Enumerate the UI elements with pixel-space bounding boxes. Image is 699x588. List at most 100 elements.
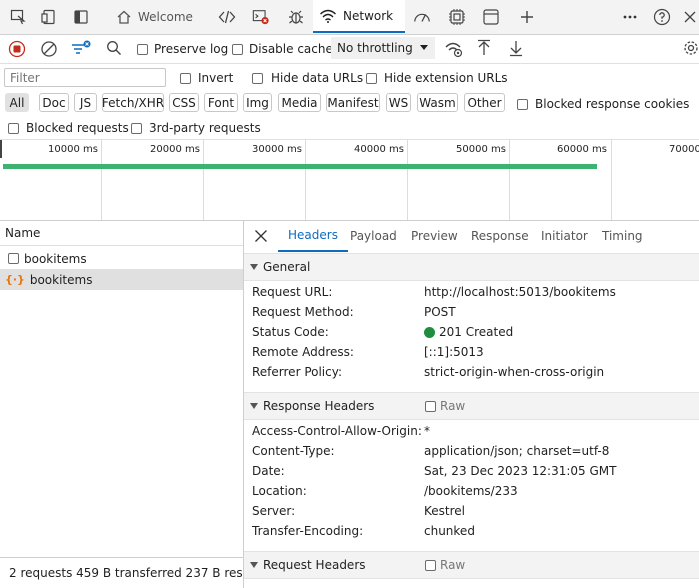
type-filter-font[interactable]: Font <box>204 93 238 112</box>
debugger-bug-icon[interactable] <box>287 8 305 26</box>
raw-checkbox[interactable] <box>425 400 436 412</box>
header-key: Request URL: <box>252 285 333 299</box>
type-filter-wasm[interactable]: Wasm <box>417 93 458 112</box>
request-headers-section-header[interactable]: Request Headers Raw <box>244 551 699 579</box>
request-list: Name bookitems {·} bookitems <box>0 220 244 557</box>
type-filter-css[interactable]: CSS <box>169 93 199 112</box>
header-key: Server: <box>252 504 296 518</box>
close-devtools-icon[interactable] <box>681 8 699 26</box>
filter-input[interactable] <box>4 68 166 87</box>
type-filter-other[interactable]: Other <box>464 93 505 112</box>
type-filter-img[interactable]: Img <box>243 93 272 112</box>
tab-network[interactable]: Network <box>313 0 406 33</box>
header-value: chunked <box>424 524 475 538</box>
search-icon[interactable] <box>106 40 122 59</box>
record-stop-icon[interactable] <box>8 40 26 61</box>
invert-checkbox[interactable] <box>180 72 191 84</box>
elements-icon[interactable] <box>218 8 236 26</box>
third-party-requests-toggle[interactable]: 3rd-party requests <box>131 121 261 135</box>
console-icon[interactable] <box>252 8 270 26</box>
filter-icon[interactable] <box>70 39 92 62</box>
help-icon[interactable] <box>653 8 671 26</box>
type-filter-all[interactable]: All <box>5 93 29 112</box>
hide-data-urls-label: Hide data URLs <box>271 71 364 85</box>
raw-label: Raw <box>440 558 466 572</box>
type-filter-fetch-xhr[interactable]: Fetch/XHR <box>102 93 164 112</box>
inspect-element-icon[interactable] <box>9 8 27 26</box>
type-filter-doc[interactable]: Doc <box>39 93 69 112</box>
preserve-log-checkbox[interactable] <box>137 43 148 55</box>
tab-timing[interactable]: Timing <box>602 220 643 252</box>
status-bar: 2 requests 459 B transferred 237 B resou… <box>0 557 244 588</box>
triangle-down-icon <box>250 260 258 274</box>
blocked-requests-toggle[interactable]: Blocked requests <box>8 121 129 135</box>
devtools-tab-bar: Welcome Network <box>0 0 699 35</box>
timeline-gridline <box>611 140 612 220</box>
header-value: http://localhost:5013/bookitems <box>424 285 616 299</box>
blocked-response-cookies-checkbox[interactable] <box>517 98 528 110</box>
request-headers-title: Request Headers <box>263 558 366 572</box>
clear-icon[interactable] <box>40 40 58 61</box>
timeline-tick-label: 20000 ms <box>150 144 200 155</box>
third-party-requests-checkbox[interactable] <box>131 122 142 134</box>
tab-welcome[interactable]: Welcome <box>110 0 199 33</box>
blocked-response-cookies-toggle[interactable]: Blocked response cookies <box>517 97 689 111</box>
memory-icon[interactable] <box>448 8 466 26</box>
tab-response[interactable]: Response <box>471 220 529 252</box>
header-key: Remote Address: <box>252 345 354 359</box>
status-code-value: 201 Created <box>424 325 513 339</box>
general-section-title: General <box>263 260 311 274</box>
general-section-header[interactable]: General <box>244 253 699 281</box>
type-filter-manifest[interactable]: Manifest <box>326 93 380 112</box>
hide-extension-urls-toggle[interactable]: Hide extension URLs <box>366 71 508 85</box>
disable-cache-checkbox[interactable] <box>232 43 243 55</box>
dock-side-icon[interactable] <box>72 8 90 26</box>
network-settings-gear-icon[interactable] <box>683 40 699 59</box>
disable-cache-toggle[interactable]: Disable cache <box>232 42 333 56</box>
raw-toggle[interactable]: Raw <box>425 558 465 572</box>
tab-initiator[interactable]: Initiator <box>541 220 588 252</box>
more-tools-plus-icon[interactable] <box>518 8 536 26</box>
request-row[interactable]: bookitems <box>0 248 243 269</box>
more-options-icon[interactable] <box>621 8 639 26</box>
hide-extension-urls-checkbox[interactable] <box>366 72 377 84</box>
status-code-text: 201 Created <box>439 325 514 339</box>
close-detail-icon[interactable] <box>254 229 268 246</box>
hide-data-urls-toggle[interactable]: Hide data URLs <box>252 71 363 85</box>
tab-preview[interactable]: Preview <box>411 220 458 252</box>
raw-toggle[interactable]: Raw <box>425 399 465 413</box>
filter-row: Invert Hide data URLs Hide extension URL… <box>0 64 699 91</box>
response-headers-section-header[interactable]: Response Headers Raw <box>244 392 699 420</box>
third-party-requests-label: 3rd-party requests <box>149 121 261 135</box>
network-conditions-icon[interactable] <box>444 40 464 61</box>
raw-checkbox[interactable] <box>425 559 436 571</box>
device-emulation-icon[interactable] <box>40 8 58 26</box>
application-icon[interactable] <box>482 8 500 26</box>
preserve-log-label: Preserve log <box>154 42 229 56</box>
tab-payload[interactable]: Payload <box>350 220 397 252</box>
performance-icon[interactable] <box>413 8 431 26</box>
export-har-icon[interactable] <box>508 39 524 60</box>
timeline-gridline <box>101 140 102 220</box>
throttling-select[interactable]: No throttling <box>331 37 435 59</box>
header-value: * <box>424 424 430 438</box>
timeline-tick-label: 60000 ms <box>557 144 607 155</box>
type-filter-js[interactable]: JS <box>74 93 97 112</box>
tab-network-label: Network <box>343 8 394 23</box>
request-row-selected[interactable]: {·} bookitems <box>0 269 243 290</box>
preserve-log-toggle[interactable]: Preserve log <box>137 42 228 56</box>
import-har-icon[interactable] <box>476 39 492 60</box>
blocked-requests-checkbox[interactable] <box>8 122 19 134</box>
document-file-icon <box>8 253 19 264</box>
request-list-header[interactable]: Name <box>0 220 243 246</box>
timeline-tick-label: 30000 ms <box>252 144 302 155</box>
timeline-overview[interactable]: 10000 ms 20000 ms 30000 ms 40000 ms 5000… <box>0 139 699 221</box>
home-icon <box>117 10 131 24</box>
hide-data-urls-checkbox[interactable] <box>252 72 263 84</box>
blocked-response-cookies-label: Blocked response cookies <box>535 97 690 111</box>
invert-toggle[interactable]: Invert <box>180 71 233 85</box>
type-filter-media[interactable]: Media <box>278 93 321 112</box>
tab-headers[interactable]: Headers <box>278 220 348 252</box>
timeline-start-marker[interactable] <box>0 140 6 158</box>
type-filter-ws[interactable]: WS <box>386 93 411 112</box>
